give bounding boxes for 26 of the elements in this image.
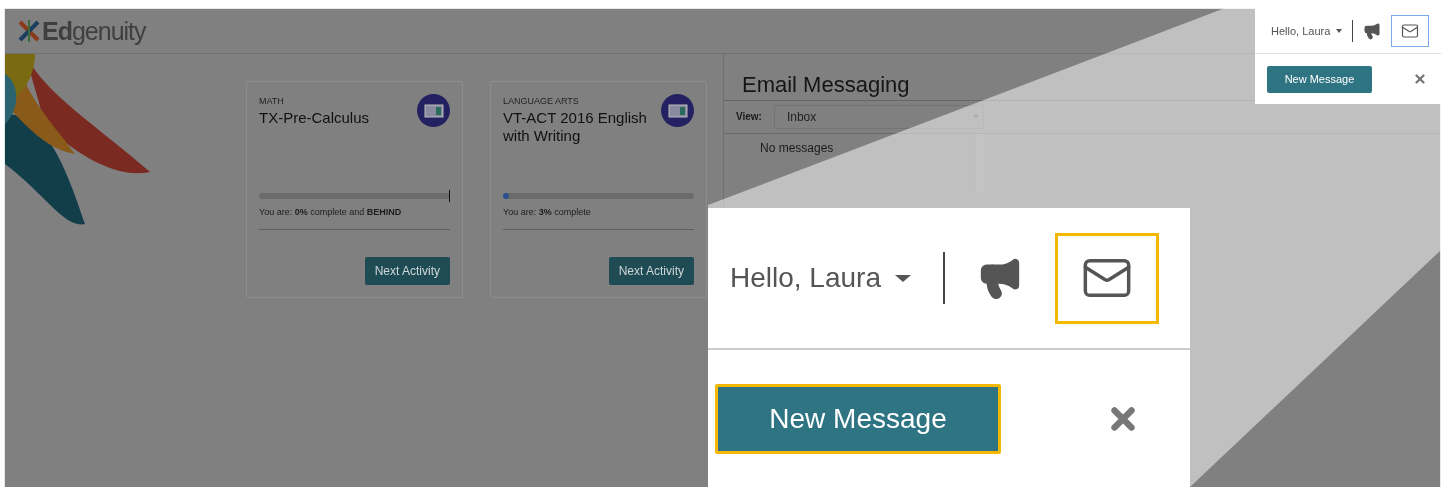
mail-button[interactable] bbox=[1391, 14, 1430, 47]
course-subject: LANGUAGE ARTS bbox=[503, 96, 580, 106]
new-message-button[interactable]: New Message bbox=[715, 383, 1001, 454]
user-greeting[interactable]: Hello, Laura bbox=[730, 262, 911, 294]
empty-message: No messages bbox=[760, 140, 834, 155]
course-icon bbox=[417, 94, 450, 127]
mail-button[interactable] bbox=[1055, 232, 1159, 324]
new-message-button[interactable]: New Message bbox=[1267, 65, 1372, 93]
logo-mark-icon bbox=[17, 20, 41, 42]
envelope-icon bbox=[1401, 21, 1420, 40]
user-greeting[interactable]: Hello, Laura bbox=[1271, 24, 1343, 37]
caret-icon bbox=[1336, 28, 1343, 33]
progress-status: You are: 0% complete and BEHIND bbox=[259, 207, 450, 230]
logo-text: Edgenuity bbox=[42, 16, 146, 46]
course-title: VT-ACT 2016 English with Writing bbox=[503, 109, 648, 146]
view-select[interactable]: Inbox bbox=[773, 104, 984, 129]
next-activity-button[interactable]: Next Activity bbox=[364, 257, 450, 285]
course-subject: MATH bbox=[259, 96, 285, 106]
megaphone-icon[interactable] bbox=[1363, 21, 1382, 40]
course-icon bbox=[661, 94, 694, 127]
caret-icon bbox=[895, 274, 911, 282]
view-label: View: bbox=[736, 111, 762, 123]
next-activity-button[interactable]: Next Activity bbox=[608, 257, 694, 285]
progress-status: You are: 3% complete bbox=[503, 207, 694, 230]
close-icon[interactable] bbox=[1413, 72, 1427, 86]
course-title: TX-Pre-Calculus bbox=[259, 109, 371, 128]
